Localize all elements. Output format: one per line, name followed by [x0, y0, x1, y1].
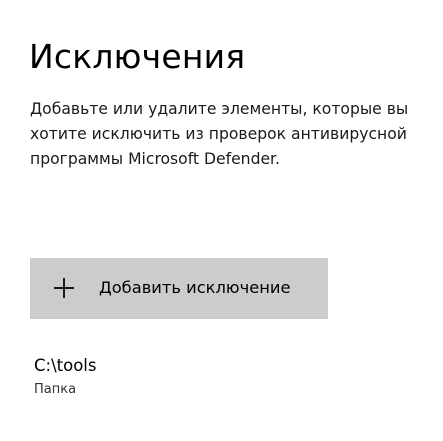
exclusion-list-item[interactable]: C:\tools Папка: [34, 352, 414, 404]
plus-icon: [54, 278, 74, 298]
add-exclusion-label: Добавить исключение: [99, 278, 291, 297]
add-exclusion-button[interactable]: Добавить исключение: [30, 258, 328, 319]
page-description: Добавьте или удалите элементы, которые в…: [30, 100, 409, 168]
exclusion-type: Папка: [34, 382, 77, 397]
exclusion-path: C:\tools: [34, 356, 97, 375]
page-title: Исключения: [29, 37, 246, 76]
